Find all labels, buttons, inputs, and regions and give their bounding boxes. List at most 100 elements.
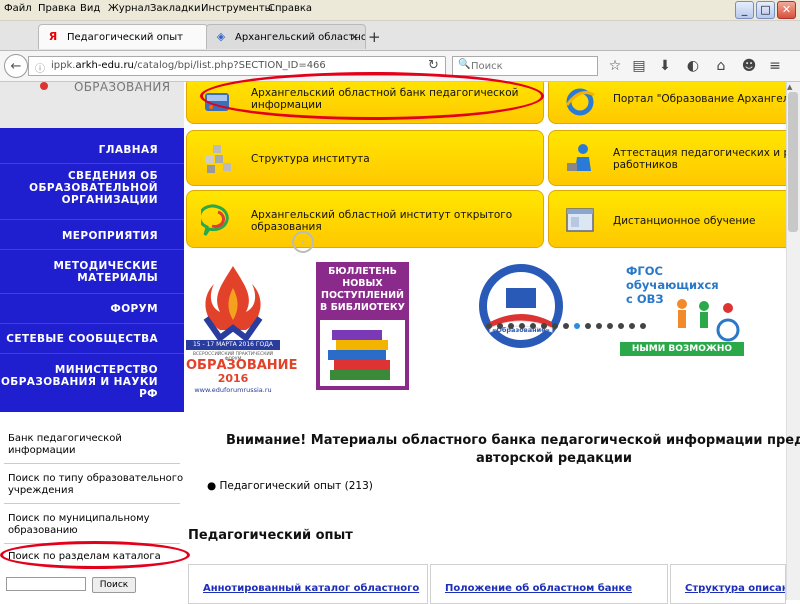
nav-item-forum[interactable]: ФОРУМ — [0, 294, 184, 324]
nav-label: МЕРОПРИЯТИЯ — [61, 230, 158, 242]
tile-distance-learning[interactable]: Дистанционное обучение — [548, 190, 786, 248]
forum-url: www.eduforumrussia.ru — [194, 386, 272, 394]
tab-bar: Я Педагогический опыт ◈ Архангельский об… — [0, 21, 800, 51]
side-divider — [4, 463, 180, 464]
tab-label: Архангельский областной и... — [235, 32, 365, 43]
menu-history[interactable]: Журнал — [108, 3, 150, 14]
forum-year: 2016 — [217, 372, 249, 385]
close-tab-icon[interactable]: ✕ — [350, 25, 359, 49]
nav-item-ministry[interactable]: МИНИСТЕРСТВО ОБРАЗОВАНИЯ И НАУКИ РФ — [0, 354, 184, 412]
side-search-button[interactable]: Поиск — [92, 577, 136, 593]
download-icon[interactable]: ⬇ — [656, 57, 674, 75]
back-arrow-icon: ← — [10, 59, 22, 74]
forum-date: 15 - 17 МАРТА 2016 ГОДА — [186, 340, 280, 350]
category-list-item[interactable]: ● Педагогический опыт (213) — [207, 480, 373, 492]
nav-label: ОБРАЗОВАНИЯ И НАУКИ — [0, 376, 158, 388]
carousel-dot[interactable] — [486, 323, 492, 329]
banner-fgos-ovz[interactable]: ФГОС обучающихся с ОВЗ НЫМИ ВОЗМОЖНО — [620, 262, 744, 356]
search-box[interactable]: 🔍 — [452, 56, 598, 76]
carousel-dot[interactable] — [530, 323, 536, 329]
banner-national-project[interactable]: «Образование» ПРИОРИТЕТНЫЕ НАЦИОНАЛЬНЫЕ … — [362, 162, 580, 350]
side-link-by-municipality[interactable]: Поиск по муниципальному образованию — [8, 513, 150, 537]
carousel-prev-button[interactable]: ‹ — [292, 231, 314, 253]
search-input[interactable] — [471, 58, 591, 74]
home-icon[interactable]: ⌂ — [712, 57, 730, 75]
nav-label: ОРГАНИЗАЦИИ — [61, 194, 158, 206]
nav-label: ГЛАВНАЯ — [98, 144, 158, 156]
nav-label: МЕТОДИЧЕСКИЕ — [53, 260, 158, 272]
side-divider — [4, 503, 180, 504]
side-search-input[interactable] — [6, 577, 86, 591]
carousel-dot[interactable] — [552, 323, 558, 329]
menu-file[interactable]: Файл — [4, 3, 32, 14]
banner-library-bulletin[interactable]: БЮЛЛЕТЕНЬ НОВЫХ ПОСТУПЛЕНИЙ В БИБЛИОТЕКУ — [316, 262, 409, 390]
speech-bubble-icon — [201, 204, 229, 236]
back-button[interactable]: ← — [4, 54, 28, 78]
minimize-button[interactable]: _ — [735, 1, 754, 19]
carousel-dot[interactable] — [607, 323, 613, 329]
tile-attestation[interactable]: Аттестация педагогических и ру работнико… — [548, 130, 786, 186]
tab-pedagogical-experience[interactable]: Я Педагогический опыт — [38, 24, 208, 49]
nav-label: ОБРАЗОВАТЕЛЬНОЙ — [29, 182, 158, 194]
banner-education-forum[interactable]: 15 - 17 МАРТА 2016 ГОДА ВСЕРОССИЙСКИЙ ПР… — [186, 262, 298, 394]
carousel-dot[interactable] — [519, 323, 525, 329]
logo-mark-icon — [40, 82, 48, 90]
doc-card: Структура описания — [670, 564, 786, 604]
tile-open-education-institute[interactable]: Архангельский областной институт открыто… — [186, 190, 544, 248]
carousel-dot[interactable] — [596, 323, 602, 329]
yandex-icon: Я — [48, 30, 58, 43]
nav-item-methodical-materials[interactable]: МЕТОДИЧЕСКИЕ МАТЕРИАЛЫ — [0, 250, 184, 294]
menu-view[interactable]: Вид — [80, 3, 100, 14]
menu-bar: Файл Правка Вид Журнал Закладки Инструме… — [0, 0, 800, 21]
tile-education-portal[interactable]: Портал "Образование Архангель — [548, 82, 786, 124]
scroll-up-icon[interactable]: ▲ — [787, 83, 792, 91]
close-window-button[interactable]: ✕ — [777, 1, 796, 19]
maximize-button[interactable]: □ — [756, 1, 775, 19]
carousel-dot[interactable] — [563, 323, 569, 329]
nav-item-org-info[interactable]: СВЕДЕНИЯ ОБ ОБРАЗОВАТЕЛЬНОЙ ОРГАНИЗАЦИИ — [0, 164, 184, 220]
logo-text: ОБРАЗОВАНИЯ — [74, 82, 171, 94]
nav-item-events[interactable]: МЕРОПРИЯТИЯ — [0, 220, 184, 250]
nav-item-communities[interactable]: СЕТЕВЫЕ СООБЩЕСТВА — [0, 324, 184, 354]
bookmark-star-icon[interactable]: ☆ — [606, 57, 624, 75]
carousel-dot[interactable] — [541, 323, 547, 329]
hamburger-menu-icon[interactable]: ≡ — [766, 57, 784, 75]
menu-tools[interactable]: Инструменты — [201, 3, 273, 14]
doc-card: Положение об областном банке — [430, 564, 668, 604]
carousel-dot[interactable] — [618, 323, 624, 329]
menu-help[interactable]: Справка — [268, 3, 312, 14]
carousel-dot[interactable] — [585, 323, 591, 329]
window-screen-icon — [566, 208, 594, 232]
carousel-dot[interactable] — [497, 323, 503, 329]
person-podium-icon — [567, 144, 591, 171]
reload-icon[interactable]: ↻ — [428, 58, 439, 73]
carousel-dot[interactable] — [574, 323, 580, 329]
url-text: ippk.arkh-edu.ru/catalog/bpi/list.php?SE… — [51, 60, 326, 71]
carousel-dot[interactable] — [508, 323, 514, 329]
pocket-icon[interactable]: ◐ — [684, 57, 702, 75]
highlight-oval — [0, 541, 190, 569]
bullet-icon: ● — [207, 480, 220, 492]
scroll-thumb[interactable] — [788, 92, 798, 232]
doc-link-structure[interactable]: Структура описания — [685, 583, 785, 594]
menu-edit[interactable]: Правка — [38, 3, 76, 14]
tab-arkhangelsk-institute[interactable]: ◈ Архангельский областной и... ✕ — [206, 24, 366, 49]
search-icon: 🔍 — [458, 59, 471, 70]
doc-link-regulation[interactable]: Положение об областном банке — [445, 583, 632, 594]
side-link-by-institution-type[interactable]: Поиск по типу образовательного учреждени… — [8, 473, 183, 497]
carousel-dot[interactable] — [629, 323, 635, 329]
forum-title: ОБРАЗОВАНИЕ — [186, 358, 298, 373]
nav-item-home[interactable]: ГЛАВНАЯ — [0, 128, 184, 164]
tile-institute-structure[interactable]: Структура института — [186, 130, 544, 186]
nav-label: РФ — [139, 388, 158, 400]
reading-list-icon[interactable]: ▤ — [630, 57, 648, 75]
internet-explorer-icon — [565, 88, 595, 116]
chat-icon[interactable]: ☻ — [740, 57, 758, 75]
new-tab-button[interactable]: + — [368, 28, 381, 46]
carousel-dot[interactable] — [640, 323, 646, 329]
menu-bookmarks[interactable]: Закладки — [150, 3, 201, 14]
site-logo[interactable]: ОБРАЗОВАНИЯ — [0, 82, 184, 128]
side-link-pedagogical-bank[interactable]: Банк педагогической информации — [8, 433, 122, 457]
section-title: Педагогический опыт — [188, 528, 353, 543]
doc-link-annotated-catalog[interactable]: Аннотированный каталог областного — [203, 583, 419, 594]
